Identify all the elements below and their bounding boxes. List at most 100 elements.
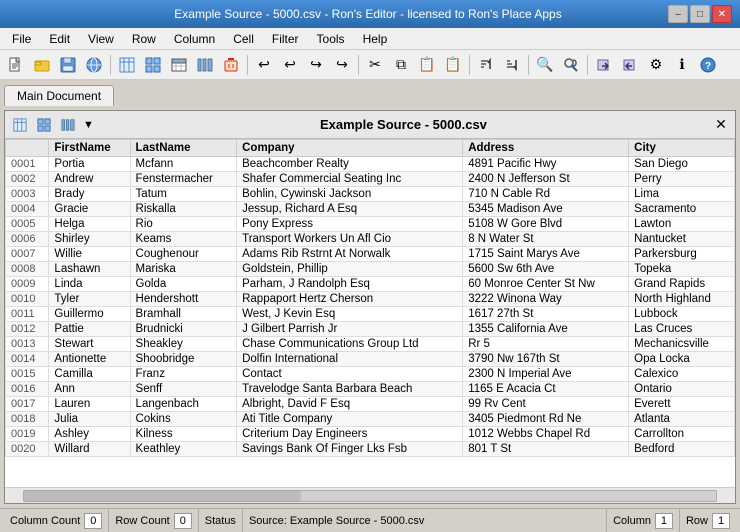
table-row[interactable]: 0017 Lauren Langenbach Albright, David F… [6,397,735,412]
cell-firstname[interactable]: Camilla [49,367,130,382]
cell-city[interactable]: Lima [629,187,735,202]
cell-company[interactable]: Dolfin International [237,352,463,367]
menu-help[interactable]: Help [355,30,396,48]
cell-city[interactable]: Las Cruces [629,322,735,337]
col-company[interactable]: Company [237,140,463,157]
cell-firstname[interactable]: Antionette [49,352,130,367]
cell-lastname[interactable]: Brudnicki [130,322,237,337]
cell-firstname[interactable]: Helga [49,217,130,232]
cell-address[interactable]: 1165 E Acacia Ct [463,382,629,397]
cell-firstname[interactable]: Tyler [49,292,130,307]
cell-company[interactable]: Jessup, Richard A Esq [237,202,463,217]
grid-button[interactable] [141,53,165,77]
cell-city[interactable]: Everett [629,397,735,412]
inner-grid-button[interactable] [33,114,55,136]
table-row[interactable]: 0014 Antionette Shoobridge Dolfin Intern… [6,352,735,367]
open-button[interactable] [30,53,54,77]
cell-address[interactable]: 2400 N Jefferson St [463,172,629,187]
cell-company[interactable]: Parham, J Randolph Esq [237,277,463,292]
cell-firstname[interactable]: Brady [49,187,130,202]
cell-lastname[interactable]: Rio [130,217,237,232]
sort-desc-button[interactable] [500,53,524,77]
menu-filter[interactable]: Filter [264,30,307,48]
table-row[interactable]: 0009 Linda Golda Parham, J Randolph Esq … [6,277,735,292]
info-button[interactable]: ℹ [670,53,694,77]
table2-button[interactable] [167,53,191,77]
cell-company[interactable]: Savings Bank Of Finger Lks Fsb [237,442,463,457]
copy-button[interactable]: ⧉ [389,53,413,77]
table-row[interactable]: 0010 Tyler Hendershott Rappaport Hertz C… [6,292,735,307]
table-row[interactable]: 0013 Stewart Sheakley Chase Communicatio… [6,337,735,352]
cell-city[interactable]: Carrollton [629,427,735,442]
cell-firstname[interactable]: Stewart [49,337,130,352]
save-button[interactable] [56,53,80,77]
table-row[interactable]: 0001 Portia Mcfann Beachcomber Realty 48… [6,157,735,172]
cell-lastname[interactable]: Kilness [130,427,237,442]
menu-file[interactable]: File [4,30,39,48]
cell-address[interactable]: 1617 27th St [463,307,629,322]
window-controls[interactable]: – □ ✕ [668,5,732,23]
cell-lastname[interactable]: Coughenour [130,247,237,262]
cell-company[interactable]: Pony Express [237,217,463,232]
col-firstname[interactable]: FirstName [49,140,130,157]
cell-firstname[interactable]: Willard [49,442,130,457]
menu-view[interactable]: View [80,30,122,48]
table-row[interactable]: 0006 Shirley Keams Transport Workers Un … [6,232,735,247]
cell-address[interactable]: 5345 Madison Ave [463,202,629,217]
menu-column[interactable]: Column [166,30,223,48]
cell-address[interactable]: 801 T St [463,442,629,457]
cell-city[interactable]: Lawton [629,217,735,232]
cell-company[interactable]: Transport Workers Un Afl Cio [237,232,463,247]
cell-city[interactable]: Calexico [629,367,735,382]
cell-lastname[interactable]: Langenbach [130,397,237,412]
cell-city[interactable]: Perry [629,172,735,187]
cell-lastname[interactable]: Cokins [130,412,237,427]
sort-asc-button[interactable] [474,53,498,77]
cell-address[interactable]: 5108 W Gore Blvd [463,217,629,232]
cell-company[interactable]: Chase Communications Group Ltd [237,337,463,352]
cell-firstname[interactable]: Pattie [49,322,130,337]
cell-company[interactable]: J Gilbert Parrish Jr [237,322,463,337]
close-button[interactable]: ✕ [712,5,732,23]
paste-button[interactable]: 📋 [415,53,439,77]
cell-lastname[interactable]: Keathley [130,442,237,457]
import-button[interactable] [592,53,616,77]
paste2-button[interactable]: 📋 [441,53,465,77]
col-city[interactable]: City [629,140,735,157]
replace-button[interactable] [559,53,583,77]
inner-close-button[interactable]: ✕ [711,115,731,135]
undo-button[interactable]: ↩ [252,53,276,77]
cell-city[interactable]: Nantucket [629,232,735,247]
cell-company[interactable]: Beachcomber Realty [237,157,463,172]
cell-city[interactable]: Ontario [629,382,735,397]
cell-address[interactable]: Rr 5 [463,337,629,352]
cell-company[interactable]: Rappaport Hertz Cherson [237,292,463,307]
minimize-button[interactable]: – [668,5,688,23]
cell-city[interactable]: Mechanicsville [629,337,735,352]
cell-firstname[interactable]: Shirley [49,232,130,247]
col-lastname[interactable]: LastName [130,140,237,157]
cell-firstname[interactable]: Lauren [49,397,130,412]
cell-address[interactable]: 60 Monroe Center St Nw [463,277,629,292]
table-row[interactable]: 0002 Andrew Fenstermacher Shafer Commerc… [6,172,735,187]
cell-firstname[interactable]: Ann [49,382,130,397]
cell-lastname[interactable]: Riskalla [130,202,237,217]
table-row[interactable]: 0012 Pattie Brudnicki J Gilbert Parrish … [6,322,735,337]
table-row[interactable]: 0018 Julia Cokins Ati Title Company 3405… [6,412,735,427]
table-row[interactable]: 0004 Gracie Riskalla Jessup, Richard A E… [6,202,735,217]
cell-firstname[interactable]: Lashawn [49,262,130,277]
cell-firstname[interactable]: Ashley [49,427,130,442]
inner-dropdown-arrow[interactable]: ▼ [83,119,94,131]
table-row[interactable]: 0019 Ashley Kilness Criterium Day Engine… [6,427,735,442]
cell-lastname[interactable]: Keams [130,232,237,247]
cell-firstname[interactable]: Andrew [49,172,130,187]
menu-cell[interactable]: Cell [225,30,262,48]
horizontal-scrollbar[interactable] [5,487,735,503]
table-row[interactable]: 0020 Willard Keathley Savings Bank Of Fi… [6,442,735,457]
menu-edit[interactable]: Edit [41,30,78,48]
cell-lastname[interactable]: Fenstermacher [130,172,237,187]
table-row[interactable]: 0005 Helga Rio Pony Express 5108 W Gore … [6,217,735,232]
cell-address[interactable]: 5600 Sw 6th Ave [463,262,629,277]
undo2-button[interactable]: ↩ [278,53,302,77]
export-button[interactable] [618,53,642,77]
